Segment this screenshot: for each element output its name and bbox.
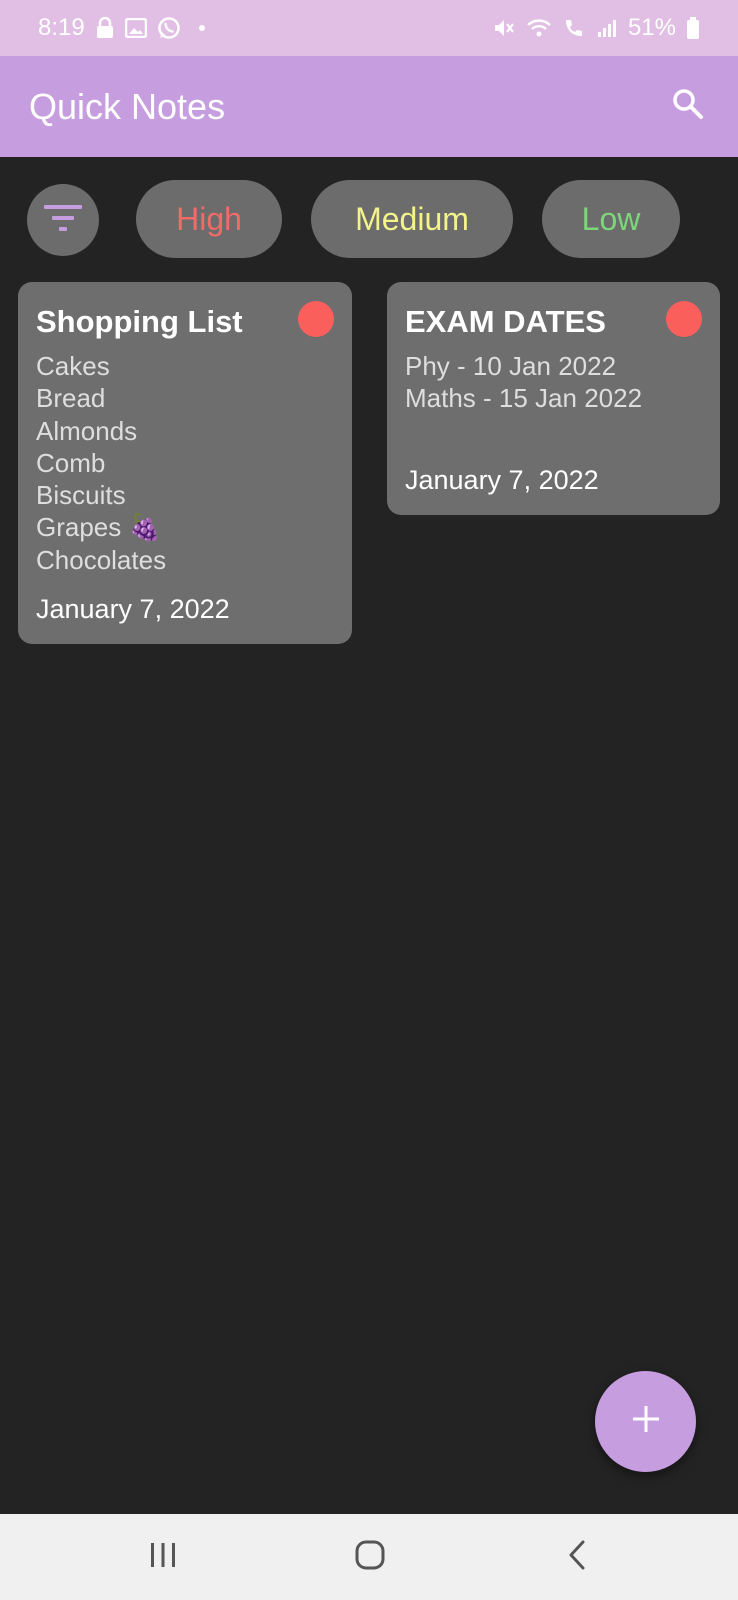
filter-button[interactable]: [27, 184, 99, 256]
priority-indicator: [298, 301, 334, 337]
home-button[interactable]: [310, 1514, 430, 1600]
add-note-button[interactable]: [595, 1371, 696, 1472]
mute-icon: [492, 16, 516, 40]
app-title: Quick Notes: [29, 85, 226, 127]
note-title: Shopping List: [36, 304, 243, 339]
back-button[interactable]: [517, 1514, 637, 1600]
screen: 8:19 51% Quick Notes High Medium Low Sho…: [0, 0, 738, 1600]
back-icon: [566, 1539, 588, 1576]
filter-icon: [43, 202, 83, 239]
note-date: January 7, 2022: [36, 594, 230, 624]
battery-icon: [686, 16, 700, 40]
system-nav-bar: [0, 1514, 738, 1600]
note-line: Cakes: [36, 351, 110, 381]
app-bar: Quick Notes: [0, 56, 738, 157]
note-card[interactable]: Shopping List Cakes Bread Almonds Comb B…: [18, 282, 352, 644]
status-left: 8:19: [38, 14, 205, 42]
search-button[interactable]: [666, 85, 710, 129]
note-line: Chocolates: [36, 544, 167, 575]
note-line: Grapes 🍇: [36, 512, 161, 543]
home-icon: [354, 1539, 386, 1576]
note-line: Bread: [36, 383, 106, 414]
note-line: Phy - 10 Jan 2022: [405, 351, 617, 381]
filter-chip-high[interactable]: High: [136, 180, 282, 258]
note-line: Biscuits: [36, 480, 126, 511]
wifi-icon: [526, 17, 552, 39]
search-icon: [671, 87, 705, 126]
note-body: Phy - 10 Jan 2022 Maths - 15 Jan 2022: [405, 350, 702, 415]
note-date: January 7, 2022: [405, 465, 599, 495]
recents-icon: [148, 1541, 178, 1574]
note-title: EXAM DATES: [405, 304, 606, 339]
status-time: 8:19: [38, 14, 85, 41]
battery-percent: 51%: [627, 14, 676, 41]
whatsapp-icon: [157, 16, 181, 40]
plus-icon: [631, 1404, 661, 1439]
status-bar: 8:19 51%: [0, 0, 738, 56]
filter-chip-medium[interactable]: Medium: [311, 180, 513, 258]
note-line: Almonds: [36, 415, 138, 446]
wifi-calling-icon: [562, 16, 586, 40]
note-card[interactable]: EXAM DATES Phy - 10 Jan 2022 Maths - 15 …: [387, 282, 720, 515]
recents-button[interactable]: [103, 1514, 223, 1600]
note-body: Cakes Bread Almonds Comb Biscuits Grapes…: [36, 350, 334, 576]
note-line: Comb: [36, 447, 106, 478]
priority-indicator: [666, 301, 702, 337]
lock-icon: [95, 17, 115, 39]
image-icon: [124, 18, 147, 38]
status-right: 51%: [492, 14, 700, 42]
note-line: Maths - 15 Jan 2022: [405, 383, 643, 414]
signal-icon: [596, 17, 618, 39]
filter-chip-low[interactable]: Low: [542, 180, 680, 258]
notification-dot: [198, 25, 205, 31]
